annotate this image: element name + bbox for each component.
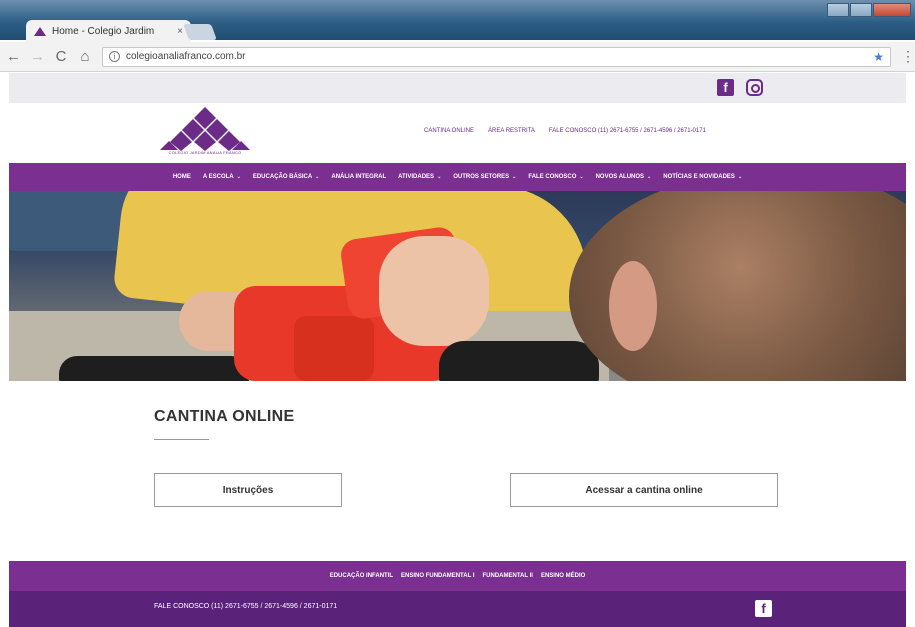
footer-link-fundamental-1[interactable]: ENSINO FUNDAMENTAL I <box>401 573 474 579</box>
nav-item-home[interactable]: HOME <box>173 174 191 180</box>
school-logo[interactable]: COLEGIO JARDIM ANALIA FRANCO <box>154 105 256 161</box>
main-content: CANTINA ONLINE Instruções Acessar a cant… <box>9 381 906 561</box>
nav-item-noticias[interactable]: NOTÍCIAS E NOVIDADES ⌄ <box>663 174 742 180</box>
bookmark-star-icon[interactable]: ★ <box>873 50 884 64</box>
footer-link-fundamental-2[interactable]: FUNDAMENTAL II <box>483 573 533 579</box>
window-controls <box>827 3 911 17</box>
minimize-button[interactable] <box>827 3 849 17</box>
hero-red-block-lower <box>294 316 374 381</box>
header-link-area-restrita[interactable]: ÁREA RESTRITA <box>488 128 535 134</box>
chevron-down-icon: ⌄ <box>315 174 320 180</box>
browser-titlebar: Home - Colegio Jardim × <box>0 0 915 42</box>
site-header: COLEGIO JARDIM ANALIA FRANCO CANTINA ONL… <box>9 103 906 163</box>
reload-icon[interactable]: C <box>54 48 68 65</box>
nav-item-label: A ESCOLA <box>202 174 234 180</box>
facebook-icon[interactable]: f <box>717 79 734 96</box>
footer-contact-text: FALE CONOSCO (11) 2671-6755 / 2671-4596 … <box>154 603 338 610</box>
address-bar[interactable]: i colegioanaliafranco.com.br ★ <box>102 46 891 67</box>
tab-title: Home - Colegio Jardim <box>52 25 155 37</box>
social-links: f <box>717 79 763 96</box>
facebook-icon[interactable]: f <box>755 600 772 617</box>
nav-item-novos-alunos[interactable]: NOVOS ALUNOS ⌄ <box>596 174 652 180</box>
chevron-down-icon: ⌄ <box>737 174 743 180</box>
nav-item-label: EDUCAÇÃO BÁSICA <box>252 174 313 180</box>
chevron-down-icon: ⌄ <box>236 174 241 180</box>
forward-icon[interactable]: → <box>30 48 45 65</box>
nav-item-fale-conosco[interactable]: FALE CONOSCO ⌄ <box>528 174 583 180</box>
header-link-cantina[interactable]: CANTINA ONLINE <box>424 128 474 134</box>
header-link-fale-conosco[interactable]: FALE CONOSCO (11) 2671-6755 / 2671-4596 … <box>549 128 706 134</box>
chevron-down-icon: ⌄ <box>647 174 652 180</box>
browser-tab[interactable]: Home - Colegio Jardim × <box>26 20 191 42</box>
chevron-down-icon: ⌄ <box>437 174 442 180</box>
new-tab-button[interactable] <box>183 24 217 40</box>
nav-item-label: OUTROS SETORES <box>453 174 510 180</box>
nav-item-label: ANÁLIA INTEGRAL <box>331 174 387 180</box>
hero-sleeve-left <box>59 356 249 381</box>
title-divider <box>154 439 209 440</box>
header-links: CANTINA ONLINE ÁREA RESTRITA FALE CONOSC… <box>424 128 706 134</box>
chevron-down-icon: ⌄ <box>512 174 517 180</box>
tab-close-icon[interactable]: × <box>177 26 183 37</box>
browser-menu-icon[interactable]: ⋮ <box>901 48 915 65</box>
maximize-button[interactable] <box>850 3 872 17</box>
hero-hand-right <box>379 236 489 346</box>
footer-link-educacao-infantil[interactable]: EDUCAÇÃO INFANTIL <box>330 573 393 579</box>
nav-item-label: FALE CONOSCO <box>528 174 577 180</box>
close-window-button[interactable] <box>873 3 911 17</box>
hero-image <box>9 191 906 381</box>
footer-contact-bar: FALE CONOSCO (11) 2671-6755 / 2671-4596 … <box>9 591 906 627</box>
nav-item-educacao-basica[interactable]: EDUCAÇÃO BÁSICA ⌄ <box>253 174 320 180</box>
utility-bar: f <box>9 73 906 103</box>
browser-toolbar: ← → C ⌂ i colegioanaliafranco.com.br ★ ⋮ <box>0 42 915 72</box>
url-text[interactable]: colegioanaliafranco.com.br <box>126 51 867 62</box>
nav-item-label: NOVOS ALUNOS <box>595 174 645 180</box>
page-title: CANTINA ONLINE <box>154 408 295 425</box>
instructions-button[interactable]: Instruções <box>154 473 342 507</box>
site-favicon-icon <box>34 26 46 36</box>
footer-links-bar: EDUCAÇÃO INFANTIL ENSINO FUNDAMENTAL I F… <box>9 561 906 591</box>
main-nav: HOME A ESCOLA ⌄ EDUCAÇÃO BÁSICA ⌄ ANÁLIA I… <box>9 163 906 191</box>
nav-item-label: NOTÍCIAS E NOVIDADES <box>663 174 735 180</box>
site-info-icon[interactable]: i <box>109 51 120 62</box>
nav-item-label: ATIVIDADES <box>398 174 435 180</box>
nav-item-a-escola[interactable]: A ESCOLA ⌄ <box>203 174 241 180</box>
nav-item-outros-setores[interactable]: OUTROS SETORES ⌄ <box>453 174 516 180</box>
hero-sleeve-right <box>439 341 599 381</box>
home-icon[interactable]: ⌂ <box>78 48 92 65</box>
hero-child-ear <box>609 261 657 351</box>
nav-item-analia-integral[interactable]: ANÁLIA INTEGRAL <box>331 174 386 180</box>
nav-item-atividades[interactable]: ATIVIDADES ⌄ <box>398 174 441 180</box>
footer-link-ensino-medio[interactable]: ENSINO MÉDIO <box>541 573 585 579</box>
back-icon[interactable]: ← <box>6 48 21 65</box>
access-cantina-button[interactable]: Acessar a cantina online <box>510 473 778 507</box>
webpage: f COLEGIO JARDIM ANALIA FRANCO CANTINA O… <box>9 73 906 627</box>
chevron-down-icon: ⌄ <box>579 174 584 180</box>
nav-item-label: HOME <box>172 174 191 180</box>
instagram-icon[interactable] <box>746 79 763 96</box>
logo-diamonds-icon <box>160 107 250 151</box>
logo-text: COLEGIO JARDIM ANALIA FRANCO <box>168 150 242 155</box>
